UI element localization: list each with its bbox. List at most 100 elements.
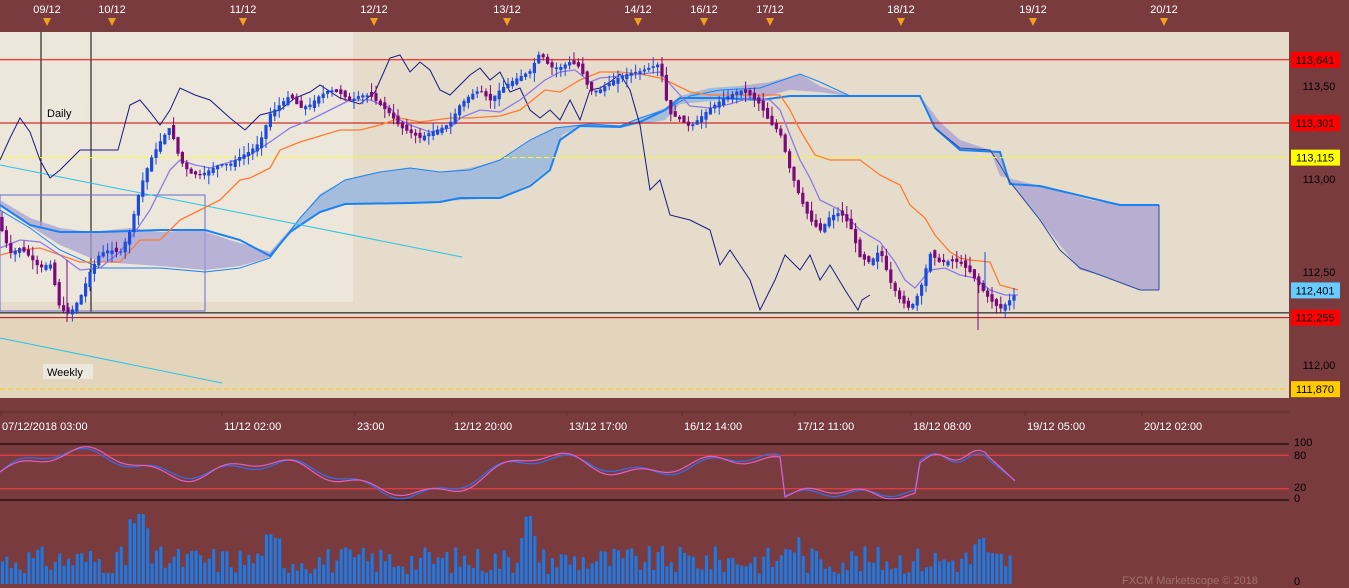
candle-body: [185, 162, 189, 170]
candle-body: [70, 309, 74, 315]
volume-bar: [89, 550, 92, 584]
candle-body: [972, 269, 976, 279]
candle-body: [902, 295, 906, 304]
volume-bar: [1, 561, 4, 584]
candle-body: [466, 96, 470, 103]
volume-bar: [128, 519, 132, 584]
volume-bar: [119, 546, 123, 584]
candle-body: [620, 75, 624, 79]
candle-body: [238, 156, 242, 161]
volume-bar: [31, 558, 35, 584]
volume-bar: [36, 549, 40, 584]
candle-body: [40, 264, 44, 268]
candle-body: [607, 82, 611, 87]
volume-bar: [977, 538, 981, 584]
volume-bar: [973, 544, 977, 584]
date-marker-label: 09/12: [33, 4, 61, 16]
candle-body: [132, 213, 136, 232]
volume-bar: [471, 568, 475, 584]
candle-body: [510, 80, 514, 87]
volume-bar: [850, 551, 854, 584]
volume-bar: [986, 552, 990, 584]
volume-bar: [845, 570, 849, 584]
volume-bar: [353, 557, 356, 584]
volume-bar: [322, 564, 326, 584]
candle-body: [708, 108, 712, 115]
candle-body: [695, 120, 699, 125]
volume-bar: [163, 567, 167, 584]
candle-body: [295, 96, 299, 105]
volume-bar: [199, 555, 202, 584]
candle-body: [528, 71, 532, 74]
candle-body: [986, 290, 990, 297]
volume-bar: [502, 550, 506, 584]
volume-bar: [784, 548, 788, 584]
candle-body: [858, 239, 862, 258]
date-marker-label: 18/12: [887, 4, 915, 16]
volume-bar: [71, 565, 75, 584]
candle-body: [726, 96, 730, 100]
candle-body: [814, 219, 818, 227]
candle-body: [532, 62, 536, 74]
volume-bar: [951, 560, 955, 584]
candle-body: [202, 172, 206, 176]
candle-body: [330, 90, 334, 92]
volume-bar: [137, 514, 141, 584]
candle-body: [220, 164, 224, 166]
volume-bar: [53, 561, 57, 584]
candle-body: [449, 121, 453, 127]
volume-bar: [894, 568, 898, 584]
candle-body: [150, 157, 154, 172]
stoch-tick-label: 80: [1294, 450, 1306, 462]
volume-bar: [859, 571, 862, 584]
volume-bar: [392, 567, 396, 584]
candle-body: [409, 129, 413, 134]
volume-bar: [757, 573, 761, 584]
candle-body: [378, 100, 382, 105]
candle-body: [752, 92, 756, 100]
candle-body: [440, 127, 444, 133]
candle-body: [343, 90, 347, 98]
volume-bar: [480, 570, 484, 584]
candle-body: [176, 137, 180, 154]
candle-body: [475, 91, 479, 94]
volume-bar: [27, 552, 31, 584]
volume-bar: [740, 565, 744, 584]
volume-bar: [801, 555, 805, 584]
volume-bar: [872, 562, 876, 584]
candle-body: [585, 71, 589, 85]
candle-body: [669, 100, 673, 115]
candle-body: [396, 115, 400, 125]
lower-zone: [0, 318, 1289, 398]
candle-body: [299, 100, 303, 108]
volume-bar: [625, 549, 629, 584]
candle-body: [277, 105, 281, 112]
candle-body: [999, 303, 1003, 309]
level-label-text: 112,255: [1296, 313, 1335, 325]
candle-body: [770, 115, 774, 126]
volume-bar: [788, 549, 792, 584]
level-label-text: 113,641: [1296, 55, 1335, 67]
volume-bar: [58, 553, 62, 584]
volume-bar: [75, 554, 79, 584]
volume-bar: [269, 534, 273, 584]
volume-bar: [806, 572, 810, 584]
volume-bar: [762, 556, 766, 584]
volume-bar: [273, 537, 277, 584]
candle-body: [431, 131, 435, 136]
candle-body: [484, 91, 488, 97]
candle-body: [229, 163, 233, 166]
volume-bar: [493, 553, 497, 584]
candle-body: [783, 134, 787, 152]
volume-bar: [907, 572, 911, 584]
volume-bar: [67, 558, 70, 584]
candle-body: [198, 174, 202, 176]
candle-body: [101, 252, 105, 257]
volume-bar: [771, 566, 774, 584]
volume-bar: [177, 548, 180, 584]
candle-body: [26, 249, 30, 256]
volume-bar: [947, 561, 950, 584]
candle-body: [242, 154, 246, 159]
volume-bar: [194, 550, 198, 584]
volume-bar: [608, 565, 612, 584]
